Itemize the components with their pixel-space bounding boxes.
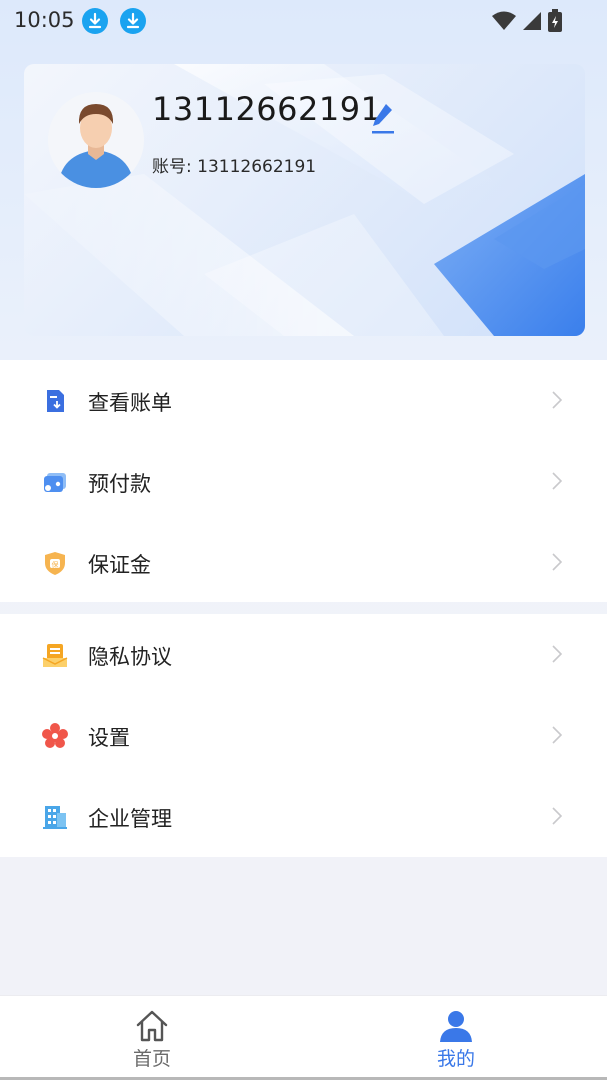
chevron-right-icon [552,553,563,571]
account-value: 13112662191 [197,157,317,177]
svg-text:保: 保 [52,560,59,569]
shield-deposit-icon: 保 [45,552,65,575]
pencil-icon[interactable] [370,100,396,136]
bill-icon [47,390,64,412]
account-label: 账号: [152,157,192,177]
home-icon [136,1010,168,1042]
download-icon [82,8,108,34]
menu-item-settings[interactable]: 设置 [0,695,607,776]
settings-flower-icon [42,723,68,748]
menu-label: 保证金 [88,553,151,577]
status-bar: 10:05 [0,0,607,44]
status-icons [491,9,563,33]
chevron-right-icon [552,645,563,663]
signal-icon [523,12,541,30]
tab-mine[interactable]: 我的 [356,996,556,1080]
menu-group-settings: 隐私协议 设置 企业管理 [0,614,607,857]
avatar-placeholder-icon [58,104,134,188]
menu-item-deposit[interactable]: 保 保证金 [0,522,607,603]
menu-label: 企业管理 [88,807,172,831]
bottom-tab-bar: 首页 我的 [0,995,607,1080]
privacy-icon [42,644,68,667]
tab-mine-label: 我的 [436,1048,475,1070]
menu-item-bill[interactable]: 查看账单 [0,360,607,441]
account-line: 账号: 13112662191 [152,152,316,177]
tab-home[interactable]: 首页 [52,996,252,1080]
chevron-right-icon [552,472,563,490]
tab-home-label: 首页 [132,1048,171,1070]
battery-charging-icon [548,9,562,32]
chevron-right-icon [552,726,563,744]
menu-item-prepayment[interactable]: 预付款 [0,441,607,522]
building-icon [43,806,67,829]
user-icon [440,1011,472,1042]
status-time: 10:05 [14,8,75,32]
wallet-icon [44,473,66,492]
download-icon [120,8,146,34]
menu-group-finance: 查看账单 预付款 保 保证金 [0,360,607,602]
avatar[interactable] [48,92,144,188]
menu-item-enterprise[interactable]: 企业管理 [0,776,607,857]
menu-label: 隐私协议 [88,645,172,669]
chevron-right-icon [552,391,563,409]
menu-label: 设置 [88,726,130,750]
wifi-icon [492,11,516,30]
menu-label: 查看账单 [88,391,172,415]
phone-number: 13112662191 [152,90,382,128]
profile-card: 13112662191 账号: 13112662191 [24,64,585,336]
chevron-right-icon [552,807,563,825]
menu-item-privacy[interactable]: 隐私协议 [0,614,607,695]
menu-label: 预付款 [88,472,151,496]
